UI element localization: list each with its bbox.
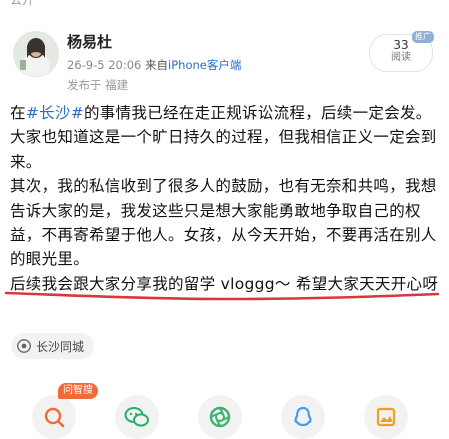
- search-icon: [44, 407, 65, 428]
- source-prefix: 来自: [145, 58, 169, 72]
- username[interactable]: 杨易杜: [67, 31, 112, 52]
- qq-icon: [294, 406, 312, 427]
- album-icon: [376, 407, 396, 427]
- wechat-share-button[interactable]: [115, 395, 159, 439]
- wechat-icon: [124, 407, 149, 427]
- post-paragraph-2: 其次，我的私信收到了很多人的鼓励，也有无奈和共鸣，我想告诉大家的是，我发这些只是…: [10, 177, 437, 269]
- location-pin-icon: [17, 339, 31, 353]
- post-paragraph-1: 在#长沙#的事情我已经在走正规诉讼流程，后续一定会发。大家也知道这是一个旷日持久…: [10, 101, 440, 174]
- moments-share-button[interactable]: [198, 395, 242, 439]
- post-location: 发布于 福建: [67, 78, 129, 92]
- read-label: 阅读: [391, 52, 411, 63]
- red-underline-annotation: [4, 291, 440, 301]
- hashtag-link[interactable]: #长沙#: [26, 104, 84, 122]
- avatar[interactable]: [13, 31, 59, 77]
- header-partial-label: 公开: [10, 0, 34, 6]
- album-share-button[interactable]: [364, 395, 408, 439]
- avatar-image: [14, 32, 58, 76]
- top-strip: 公开: [0, 0, 449, 6]
- post-meta: 26-9-5 20:06 来自iPhone客户端: [67, 57, 241, 73]
- search-share-button[interactable]: [32, 395, 76, 439]
- post-text: 在: [10, 104, 26, 122]
- location-chip-label: 长沙同城: [36, 339, 85, 354]
- client-link[interactable]: iPhone客户端: [168, 58, 241, 72]
- post-timestamp: 26-9-5 20:06: [67, 58, 142, 72]
- qa-search-badge: 问智搜: [58, 383, 98, 399]
- post-body: 在#长沙#的事情我已经在走正规诉讼流程，后续一定会发。大家也知道这是一个旷日持久…: [10, 101, 440, 296]
- promo-badge[interactable]: 推广: [412, 31, 434, 43]
- moments-icon: [209, 406, 231, 428]
- qq-share-button[interactable]: [281, 395, 325, 439]
- location-chip[interactable]: 长沙同城: [11, 333, 95, 359]
